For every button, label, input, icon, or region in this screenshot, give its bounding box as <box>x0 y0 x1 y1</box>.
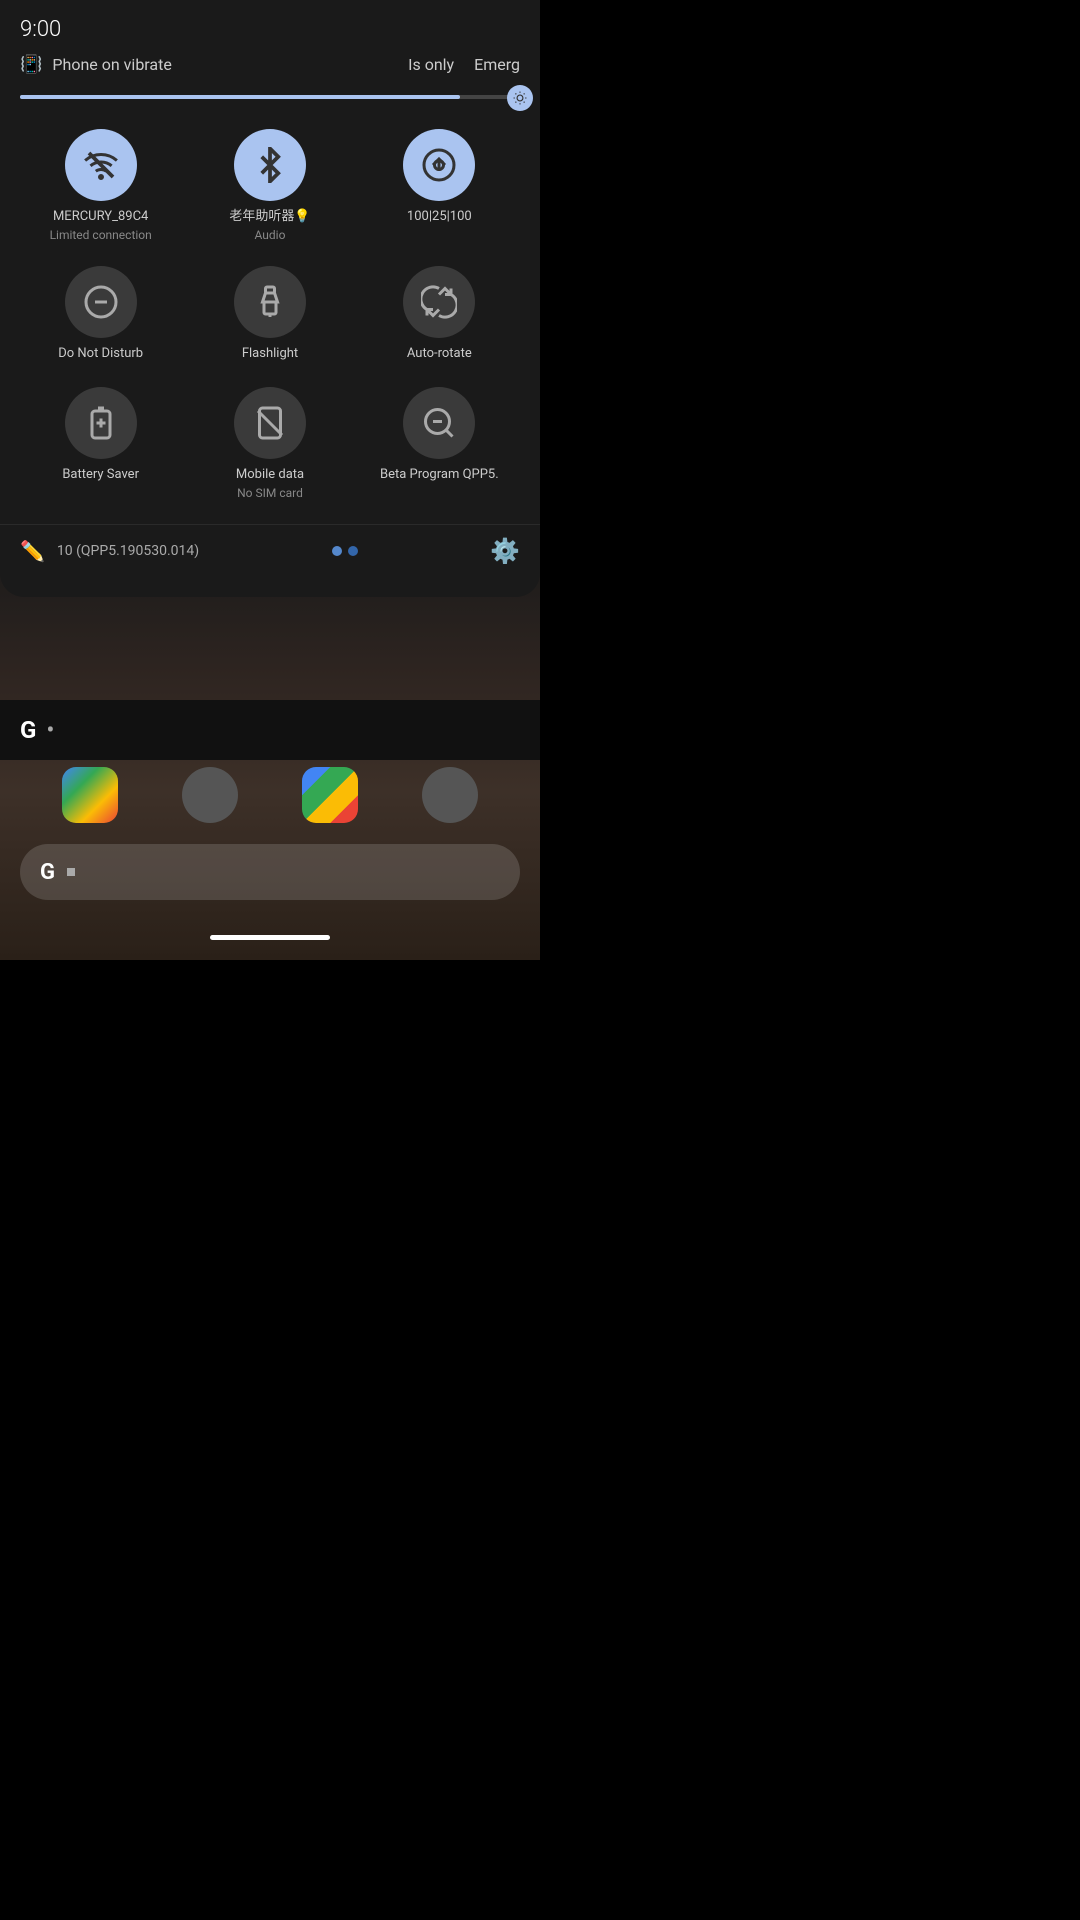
bottom-search-bar[interactable]: G <box>20 844 520 900</box>
page-dot-2 <box>348 546 358 556</box>
tile-flashlight-label: Flashlight <box>242 346 298 363</box>
notif-left: 📳 Phone on vibrate <box>20 54 172 75</box>
footer-dots <box>332 546 358 556</box>
tile-flashlight-circle <box>234 266 306 338</box>
dock-icon-1[interactable] <box>62 767 118 823</box>
tile-mobile-data-sublabel: No SIM card <box>237 486 303 500</box>
brightness-row[interactable] <box>0 83 540 113</box>
tile-flashlight[interactable]: Flashlight <box>189 258 350 371</box>
tile-battery-share[interactable]: 100|25|100 <box>359 121 520 250</box>
dock-icon-2[interactable] <box>182 767 238 823</box>
footer-version: 10 (QPP5.190530.014) <box>57 543 199 559</box>
google-search-dot <box>67 868 75 876</box>
google-dot: • <box>46 716 54 744</box>
tile-auto-rotate-label: Auto-rotate <box>407 346 472 363</box>
status-time: 9:00 <box>20 17 61 42</box>
dock-icon-4[interactable] <box>422 767 478 823</box>
tile-dnd[interactable]: Do Not Disturb <box>20 258 181 371</box>
tile-wifi-sublabel: Limited connection <box>50 228 152 242</box>
tile-battery-saver[interactable]: Battery Saver <box>20 379 181 508</box>
tile-dnd-circle <box>65 266 137 338</box>
tile-wifi-label: MERCURY_89C4 <box>53 209 148 226</box>
tile-beta-program[interactable]: Beta Program QPP5. <box>359 379 520 508</box>
status-bar: 9:00 <box>0 0 540 50</box>
quick-settings-panel: 9:00 📳 Phone on vibrate Is only Emerg <box>0 0 540 597</box>
tile-auto-rotate[interactable]: Auto-rotate <box>359 258 520 371</box>
notif-bar: 📳 Phone on vibrate Is only Emerg <box>0 50 540 83</box>
tile-battery-share-circle <box>403 129 475 201</box>
tile-battery-saver-circle <box>65 387 137 459</box>
tiles-grid: MERCURY_89C4 Limited connection 老年助听器💡 A… <box>0 113 540 524</box>
brightness-slider[interactable] <box>20 95 520 101</box>
edit-icon[interactable]: ✏️ <box>20 539 45 563</box>
google-bar: G • <box>0 700 540 760</box>
google-logo: G <box>20 716 36 744</box>
dock <box>0 760 540 830</box>
tile-auto-rotate-circle <box>403 266 475 338</box>
footer-bar: ✏️ 10 (QPP5.190530.014) ⚙️ <box>0 524 540 577</box>
home-indicator[interactable] <box>210 935 330 940</box>
tile-bluetooth-label: 老年助听器💡 <box>229 209 310 226</box>
tile-wifi[interactable]: MERCURY_89C4 Limited connection <box>20 121 181 250</box>
tile-mobile-data-label: Mobile data <box>236 467 304 484</box>
brightness-track <box>20 95 520 99</box>
emerg-label: Emerg <box>474 55 520 74</box>
vibrate-label: Phone on vibrate <box>52 55 171 74</box>
notif-right: Is only Emerg <box>408 55 520 74</box>
is-only-label: Is only <box>408 55 454 74</box>
tile-bluetooth-circle <box>234 129 306 201</box>
settings-icon[interactable]: ⚙️ <box>490 537 520 565</box>
brightness-fill <box>20 95 460 99</box>
tile-mobile-data[interactable]: Mobile data No SIM card <box>189 379 350 508</box>
google-search-logo: G <box>40 860 55 885</box>
tile-mobile-data-circle <box>234 387 306 459</box>
tile-beta-program-label: Beta Program QPP5. <box>380 467 499 484</box>
dock-icon-3[interactable] <box>302 767 358 823</box>
tile-battery-share-label: 100|25|100 <box>407 209 472 226</box>
tile-bluetooth-sublabel: Audio <box>255 228 286 242</box>
tile-battery-saver-label: Battery Saver <box>62 467 139 484</box>
vibrate-icon: 📳 <box>20 54 42 75</box>
tile-beta-program-circle <box>403 387 475 459</box>
brightness-thumb <box>507 85 533 111</box>
tile-bluetooth[interactable]: 老年助听器💡 Audio <box>189 121 350 250</box>
tile-dnd-label: Do Not Disturb <box>58 346 143 363</box>
tile-wifi-circle <box>65 129 137 201</box>
page-dot-1 <box>332 546 342 556</box>
footer-left: ✏️ 10 (QPP5.190530.014) <box>20 539 199 563</box>
